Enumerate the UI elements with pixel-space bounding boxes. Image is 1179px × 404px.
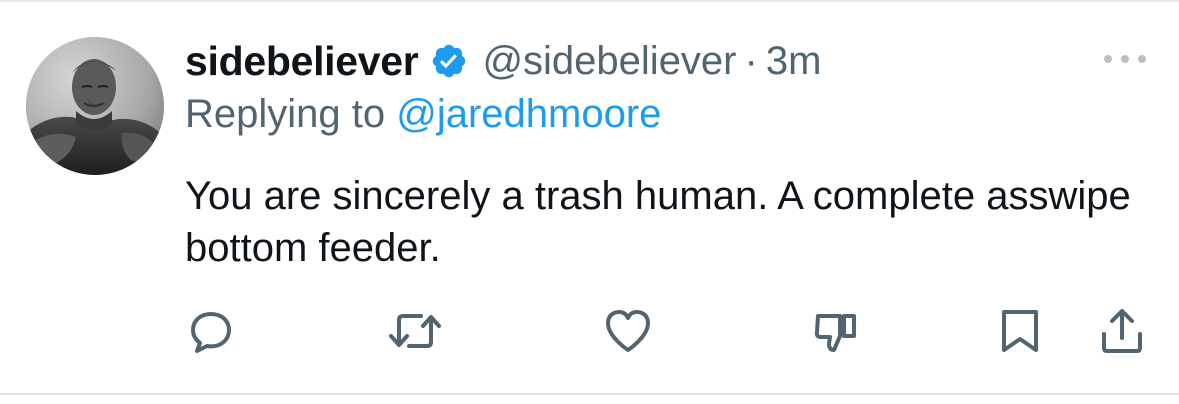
username-handle[interactable]: @sidebeliever bbox=[482, 39, 736, 84]
downvote-button[interactable] bbox=[810, 306, 860, 356]
thumbs-down-icon bbox=[814, 314, 856, 352]
heart-icon bbox=[606, 310, 650, 352]
replying-to-line: Replying to @jaredhmoore bbox=[185, 92, 661, 137]
replying-to-link[interactable]: @jaredhmoore bbox=[396, 92, 661, 136]
speech-bubble-icon bbox=[191, 312, 231, 353]
replying-to-label: Replying to bbox=[185, 92, 386, 136]
tweet-text: You are sincerely a trash human. A compl… bbox=[185, 174, 1131, 270]
tweet-header: sidebeliever @sidebeliever · 3m bbox=[185, 33, 821, 89]
avatar[interactable] bbox=[26, 37, 164, 175]
separator-dot: · bbox=[744, 38, 758, 83]
bookmark-icon bbox=[1002, 310, 1038, 352]
repost-arrows-icon bbox=[389, 314, 441, 348]
like-button[interactable] bbox=[602, 306, 652, 356]
share-button[interactable] bbox=[1097, 306, 1147, 356]
ellipsis-icon bbox=[1104, 55, 1146, 63]
display-name[interactable]: sidebeliever bbox=[185, 38, 419, 85]
avatar-image bbox=[26, 37, 164, 175]
bookmark-button[interactable] bbox=[998, 306, 1048, 356]
bottom-divider bbox=[0, 393, 1179, 395]
reply-button[interactable] bbox=[186, 306, 236, 356]
more-options-button[interactable] bbox=[1102, 45, 1148, 73]
repost-button[interactable] bbox=[387, 306, 441, 356]
timestamp[interactable]: 3m bbox=[766, 39, 822, 84]
tweet[interactable]: sidebeliever @sidebeliever · 3m Replying… bbox=[0, 0, 1179, 404]
top-divider bbox=[0, 0, 1179, 2]
share-upload-icon bbox=[1102, 309, 1142, 353]
verified-badge-icon[interactable] bbox=[430, 42, 468, 80]
